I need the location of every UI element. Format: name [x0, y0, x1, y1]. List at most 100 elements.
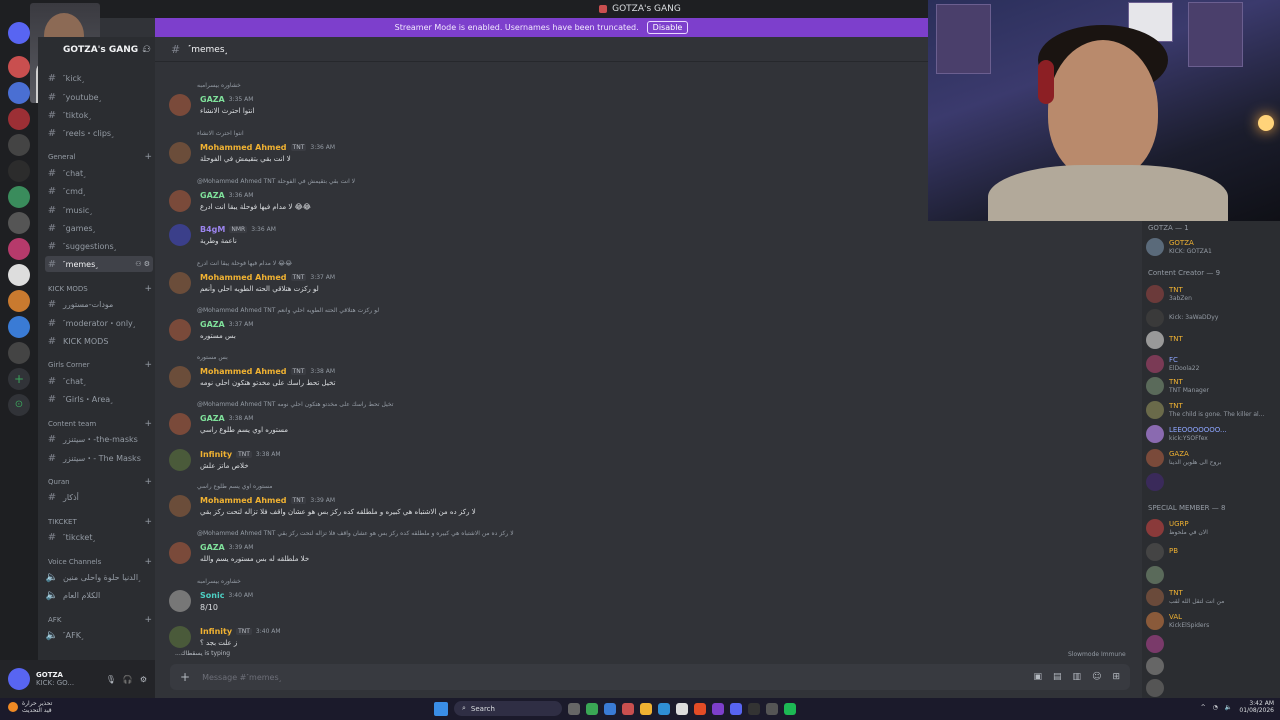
server-icon[interactable] — [8, 316, 30, 338]
message[interactable]: @Mohammed Ahmed TNT تخيل تحط راسك على مخ… — [169, 399, 729, 439]
channel-memes[interactable]: # ˹memes˼ ⚇ ⚙ — [45, 256, 153, 272]
avatar[interactable] — [169, 590, 191, 612]
server-icon[interactable] — [8, 290, 30, 312]
channel-kick-mods[interactable]: # KICK MODS — [45, 333, 153, 349]
server-icon[interactable] — [8, 160, 30, 182]
member-row[interactable] — [1146, 633, 1278, 655]
message[interactable]: Infinity TNT 3:40 AM ز علت بجد ؟ — [169, 624, 729, 654]
message[interactable]: @Mohammed Ahmed TNT لو ركزت هتلاقي الحته… — [169, 305, 729, 345]
reply-preview[interactable]: مستوره اوي يسم طلوع راسي — [197, 483, 272, 490]
channel-kick[interactable]: # ˹kick˼ — [45, 70, 153, 86]
add-channel-icon[interactable]: + — [144, 419, 152, 429]
add-channel-icon[interactable]: + — [144, 615, 152, 625]
member-row[interactable] — [1146, 655, 1278, 677]
discord-home-icon[interactable] — [8, 22, 30, 44]
member-row[interactable]: LEEOOOOOOO... kick:YSOFfex — [1146, 423, 1278, 445]
edge-icon[interactable] — [658, 702, 670, 715]
apps-icon[interactable]: ⊞ — [1112, 672, 1120, 682]
avatar[interactable] — [169, 413, 191, 435]
message[interactable]: @Mohammed Ahmed TNT لا ركز ده من الاشتبا… — [169, 528, 729, 568]
author-name[interactable]: GAZA — [200, 191, 225, 200]
app-icon[interactable] — [766, 702, 778, 715]
headphones-icon[interactable]: 🎧 — [123, 675, 133, 684]
add-server-icon[interactable]: + — [8, 368, 30, 390]
channel-kick-mods-ar[interactable]: # مودات-مستورر — [45, 296, 153, 312]
avatar[interactable] — [169, 190, 191, 212]
author-name[interactable]: GAZA — [200, 543, 225, 552]
avatar[interactable] — [169, 272, 191, 294]
message[interactable]: B4gM NMR 3:36 AM ناعمة وطرية — [169, 222, 729, 252]
message[interactable]: مستوره اوي يسم طلوع راسي Mohammed Ahmed T… — [169, 481, 729, 521]
avatar[interactable] — [8, 668, 30, 690]
reply-preview[interactable]: لا مدام فيها فوحلة يبقا انت ادرع 😂😂 — [197, 260, 292, 267]
member-row[interactable] — [1146, 471, 1278, 493]
author-name[interactable]: B4gM — [200, 225, 225, 234]
author-name[interactable]: GAZA — [200, 320, 225, 329]
invite-icon[interactable]: ⚇ — [143, 45, 151, 55]
author-name[interactable]: Infinity — [200, 450, 232, 459]
app-icon[interactable] — [748, 702, 760, 715]
avatar[interactable] — [169, 626, 191, 648]
category-content-team[interactable]: Content team + — [48, 418, 152, 430]
author-name[interactable]: Mohammed Ahmed — [200, 143, 287, 152]
clock[interactable]: 3:42 AM 01/08/2026 — [1239, 700, 1274, 714]
message[interactable]: بس مستوره Mohammed Ahmed TNT 3:38 AM تخيل … — [169, 352, 729, 392]
channel-girls-area[interactable]: # ˹Girls・Area˼ — [45, 391, 153, 407]
reply-preview[interactable]: @Mohammed Ahmed TNT لا انت بقي بتقيمش في… — [197, 178, 355, 185]
message[interactable]: Infinity TNT 3:38 AM خلاص ماتز علش — [169, 447, 729, 477]
app-icon[interactable] — [586, 702, 598, 715]
message[interactable]: @Mohammed Ahmed TNT لا انت بقي بتقيمش في… — [169, 176, 729, 216]
app-icon[interactable] — [622, 702, 634, 715]
channel-games[interactable]: # ˹games˼ — [45, 220, 153, 236]
taskbar-search[interactable]: ⌕ Search — [454, 701, 562, 716]
spotify-icon[interactable] — [784, 702, 796, 715]
discord-icon[interactable] — [730, 702, 742, 715]
composer-placeholder[interactable]: Message #˹memes˼ — [202, 673, 281, 682]
reply-preview[interactable]: @Mohammed Ahmed TNT تخيل تحط راسك على مخ… — [197, 401, 393, 408]
add-channel-icon[interactable]: + — [144, 477, 152, 487]
chrome-icon[interactable] — [694, 702, 706, 715]
author-name[interactable]: GAZA — [200, 95, 225, 104]
author-name[interactable]: Mohammed Ahmed — [200, 367, 287, 376]
task-view-icon[interactable] — [568, 702, 580, 715]
channel-moderator-only[interactable]: # ˹moderator・only˼ — [45, 315, 153, 331]
disable-streamer-mode-button[interactable]: Disable — [646, 21, 689, 34]
server-icon[interactable] — [8, 56, 30, 78]
member-row[interactable]: TNT TNT Manager — [1146, 375, 1278, 397]
member-row[interactable]: FC ElDoola22 — [1146, 353, 1278, 375]
gear-icon[interactable]: ⚙ — [140, 675, 147, 684]
volume-icon[interactable]: 🔈 — [1225, 704, 1232, 711]
channel-music[interactable]: # ˹music˼ — [45, 202, 153, 218]
server-icon[interactable] — [8, 212, 30, 234]
voice-channel-2[interactable]: 🔈 الكلام العام — [45, 587, 153, 603]
voice-channel-1[interactable]: 🔈 الدنيا حلوة واحلى منين˼ — [45, 569, 153, 585]
channel-chat[interactable]: # ˹chat˼ — [45, 165, 153, 181]
avatar[interactable] — [169, 224, 191, 246]
member-row[interactable]: Kick: 3aWaDDyy — [1146, 307, 1278, 329]
chevron-up-icon[interactable]: ^ — [1201, 704, 1206, 711]
channel-the-masks-2[interactable]: # سيتنزر・- The Masks — [45, 450, 153, 466]
avatar[interactable] — [169, 142, 191, 164]
weather-widget[interactable]: تحذير حرارة قيد التحديث — [8, 700, 52, 714]
message-composer[interactable]: + Message #˹memes˼ ▣ ▤ ▥ ☺ ⊞ — [170, 664, 1130, 690]
member-row[interactable]: VAL KickElSpiders — [1146, 610, 1278, 632]
member-row[interactable]: UGRP الان في ملحوظ — [1146, 517, 1278, 539]
reply-preview[interactable]: @Mohammed Ahmed TNT لو ركزت هتلاقي الحته… — [197, 307, 379, 314]
message[interactable]: خشاوره بيسرامبه GAZA 3:35 AM انتوا احترث … — [169, 80, 729, 120]
server-icon[interactable] — [8, 134, 30, 156]
member-row[interactable]: GOTZA KICK: GOTZA1 — [1146, 236, 1278, 258]
gift-icon[interactable]: ▣ — [1034, 672, 1043, 682]
category-quran[interactable]: Quran + — [48, 476, 152, 488]
avatar[interactable] — [169, 495, 191, 517]
message[interactable]: لا مدام فيها فوحلة يبقا انت ادرع 😂😂 Moha… — [169, 258, 729, 298]
channel-girls-chat[interactable]: # ˹chat˼ — [45, 373, 153, 389]
category-voice[interactable]: Voice Channels + — [48, 556, 152, 568]
channel-azkar[interactable]: # أذكار — [45, 489, 153, 505]
windows-start-icon[interactable] — [434, 701, 448, 716]
reply-preview[interactable]: خشاوره بيسرامبه — [197, 578, 241, 585]
category-general[interactable]: General + — [48, 151, 152, 163]
message[interactable]: انتوا احترث الانشاء Mohammed Ahmed TNT 3:3… — [169, 128, 729, 168]
add-channel-icon[interactable]: + — [144, 557, 152, 567]
server-icon[interactable] — [8, 108, 30, 130]
attach-plus-icon[interactable]: + — [180, 670, 190, 684]
